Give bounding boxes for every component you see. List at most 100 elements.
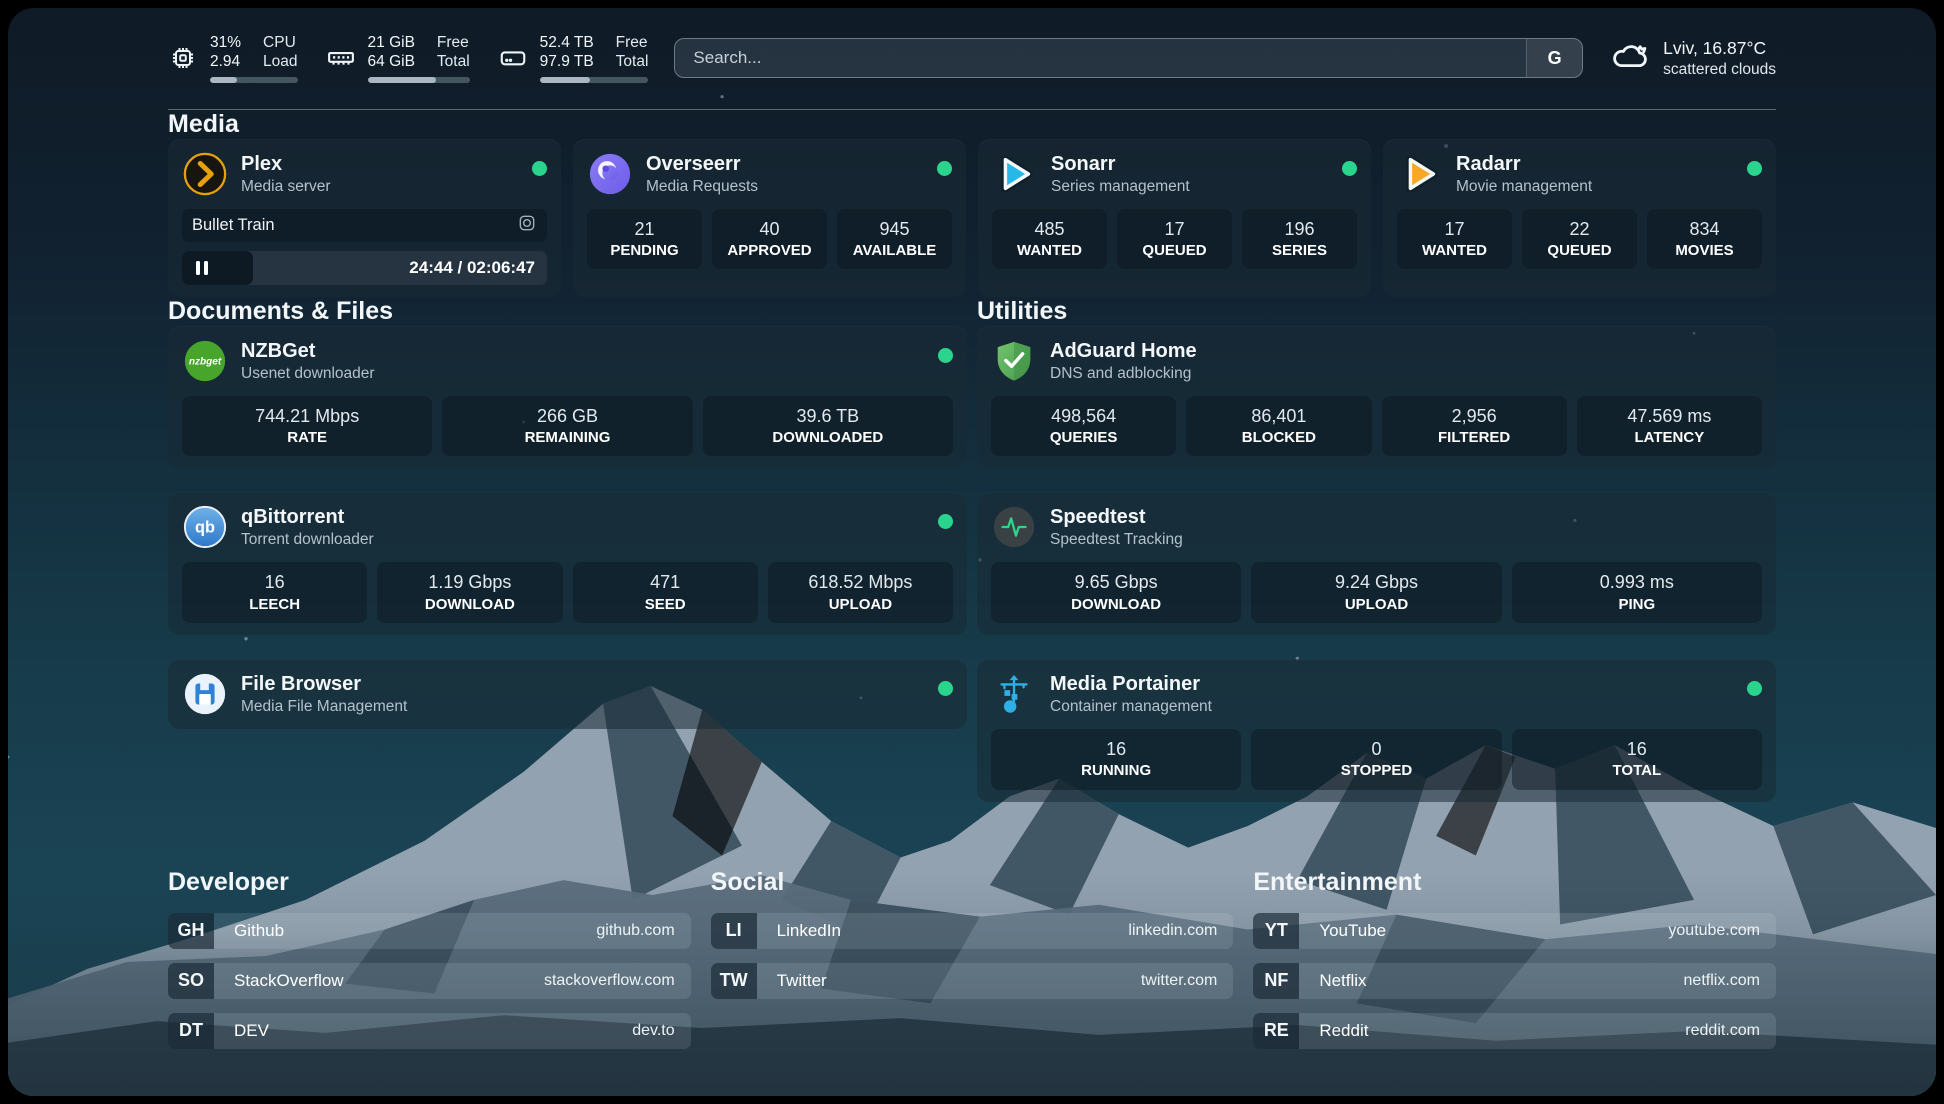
stat-series: 196SERIES: [1242, 209, 1357, 270]
bookmark-twitter[interactable]: TW Twitter twitter.com: [711, 963, 1234, 999]
stat-upload: 618.52 MbpsUPLOAD: [768, 562, 953, 623]
svg-text:nzbget: nzbget: [189, 356, 222, 367]
search-bar: G: [674, 38, 1583, 78]
portainer-icon: [991, 671, 1037, 717]
app-card-portainer[interactable]: Media Portainer Container management 16R…: [977, 659, 1776, 802]
search-engine-button[interactable]: G: [1526, 39, 1582, 77]
cpu-load-value: 2.94: [210, 53, 241, 72]
cpu-label-1: CPU: [263, 34, 297, 53]
app-card-plex[interactable]: Plex Media server Bullet Train: [168, 139, 561, 297]
media-cards-row: Plex Media server Bullet Train: [168, 139, 1776, 297]
status-badge: [1747, 681, 1762, 696]
stat-leech: 16LEECH: [182, 562, 367, 623]
bookmark-github[interactable]: GH Github github.com: [168, 913, 691, 949]
app-card-adguard[interactable]: AdGuard Home DNS and adblocking 498,564Q…: [977, 326, 1776, 469]
disk-icon: [498, 43, 528, 73]
app-title: Speedtest: [1050, 505, 1183, 530]
window-frame: 31% 2.94 CPU Load: [0, 0, 1944, 1104]
cpu-label-2: Load: [263, 53, 297, 72]
cpu-widget: 31% 2.94 CPU Load: [168, 34, 298, 83]
stat-blocked: 86,401BLOCKED: [1186, 396, 1371, 457]
memory-label-2: Total: [437, 53, 470, 72]
bookmarks-section: Developer GH Github github.com SO StackO…: [168, 868, 1776, 1089]
app-title: qBittorrent: [241, 505, 374, 530]
disk-label-2: Total: [616, 53, 649, 72]
bookmark-group-social: Social LI LinkedIn linkedin.com TW Twitt…: [711, 868, 1234, 1049]
app-subtitle: Movie management: [1456, 177, 1592, 196]
stat-download: 9.65 GbpsDOWNLOAD: [991, 562, 1241, 623]
status-badge: [1342, 161, 1357, 176]
status-badge: [937, 161, 952, 176]
plex-icon: [182, 151, 228, 197]
memory-usage-bar: [368, 77, 470, 83]
app-card-radarr[interactable]: Radarr Movie management 17WANTED 22QUEUE…: [1383, 139, 1776, 297]
cpu-icon: [168, 43, 198, 73]
disk-free-value: 52.4 TB: [540, 34, 594, 53]
disk-usage-bar: [540, 77, 649, 83]
status-badge: [532, 161, 547, 176]
bookmark-linkedin[interactable]: LI LinkedIn linkedin.com: [711, 913, 1234, 949]
section-title-documents: Documents & Files: [168, 297, 967, 326]
section-title-utilities: Utilities: [977, 297, 1776, 326]
nzbget-icon: nzbget: [182, 338, 228, 384]
stat-stopped: 0STOPPED: [1251, 729, 1501, 790]
overseerr-icon: [587, 151, 633, 197]
svg-text:qb: qb: [195, 519, 215, 537]
app-subtitle: Media File Management: [241, 697, 407, 716]
app-title: File Browser: [241, 672, 407, 697]
status-badge: [938, 348, 953, 363]
app-subtitle: DNS and adblocking: [1050, 364, 1197, 383]
app-subtitle: Media server: [241, 177, 331, 196]
bookmark-group-entertainment: Entertainment YT YouTube youtube.com NF …: [1253, 868, 1776, 1049]
pause-button[interactable]: [182, 261, 208, 275]
stat-total: 16TOTAL: [1512, 729, 1762, 790]
stat-pending: 21PENDING: [587, 209, 702, 270]
app-card-speedtest[interactable]: Speedtest Speedtest Tracking 9.65 GbpsDO…: [977, 492, 1776, 635]
app-card-sonarr[interactable]: Sonarr Series management 485WANTED 17QUE…: [978, 139, 1371, 297]
bookmark-reddit[interactable]: RE Reddit reddit.com: [1253, 1013, 1776, 1049]
bookmark-dev[interactable]: DT DEV dev.to: [168, 1013, 691, 1049]
stat-queued: 17QUEUED: [1117, 209, 1232, 270]
bookmark-netflix[interactable]: NF Netflix netflix.com: [1253, 963, 1776, 999]
bookmark-stackoverflow[interactable]: SO StackOverflow stackoverflow.com: [168, 963, 691, 999]
bookmark-youtube[interactable]: YT YouTube youtube.com: [1253, 913, 1776, 949]
stat-seed: 471SEED: [573, 562, 758, 623]
sonarr-icon: [992, 151, 1038, 197]
stat-queries: 498,564QUERIES: [991, 396, 1176, 457]
app-title: Media Portainer: [1050, 672, 1212, 697]
app-card-nzbget[interactable]: nzbget NZBGet Usenet downloader 74: [168, 326, 967, 469]
stat-latency: 47.569 msLATENCY: [1577, 396, 1762, 457]
stat-ping: 0.993 msPING: [1512, 562, 1762, 623]
app-subtitle: Media Requests: [646, 177, 758, 196]
app-subtitle: Speedtest Tracking: [1050, 530, 1183, 549]
app-card-qbittorrent[interactable]: qb qBittorrent Torrent downloader: [168, 492, 967, 635]
now-playing-title: Bullet Train: [192, 216, 275, 235]
app-title: AdGuard Home: [1050, 339, 1197, 364]
stat-running: 16RUNNING: [991, 729, 1241, 790]
bookmark-group-title: Entertainment: [1253, 868, 1776, 897]
dashboard-screen: 31% 2.94 CPU Load: [8, 8, 1936, 1096]
bookmark-group-title: Social: [711, 868, 1234, 897]
app-subtitle: Series management: [1051, 177, 1190, 196]
app-card-overseerr[interactable]: Overseerr Media Requests 21PENDING 40APP…: [573, 139, 966, 297]
stat-wanted: 485WANTED: [992, 209, 1107, 270]
stat-download: 1.19 GbpsDOWNLOAD: [377, 562, 562, 623]
app-title: Plex: [241, 152, 331, 177]
search-input[interactable]: [675, 39, 1526, 77]
playback-progress: 24:44 / 02:06:47: [182, 251, 547, 285]
cpu-percent: 31%: [210, 34, 241, 53]
now-playing-row: Bullet Train: [182, 209, 547, 242]
weather-condition: scattered clouds: [1663, 60, 1776, 80]
app-title: NZBGet: [241, 339, 375, 364]
stat-movies: 834MOVIES: [1647, 209, 1762, 270]
status-badge: [938, 681, 953, 696]
adguard-icon: [991, 338, 1037, 384]
app-card-filebrowser[interactable]: File Browser Media File Management: [168, 659, 967, 729]
session-icon[interactable]: [517, 213, 537, 238]
stat-available: 945AVAILABLE: [837, 209, 952, 270]
stat-downloaded: 39.6 TBDOWNLOADED: [703, 396, 953, 457]
status-badge: [938, 514, 953, 529]
memory-widget: 21 GiB 64 GiB Free Total: [326, 34, 470, 83]
memory-total-value: 64 GiB: [368, 53, 415, 72]
qbittorrent-icon: qb: [182, 504, 228, 550]
